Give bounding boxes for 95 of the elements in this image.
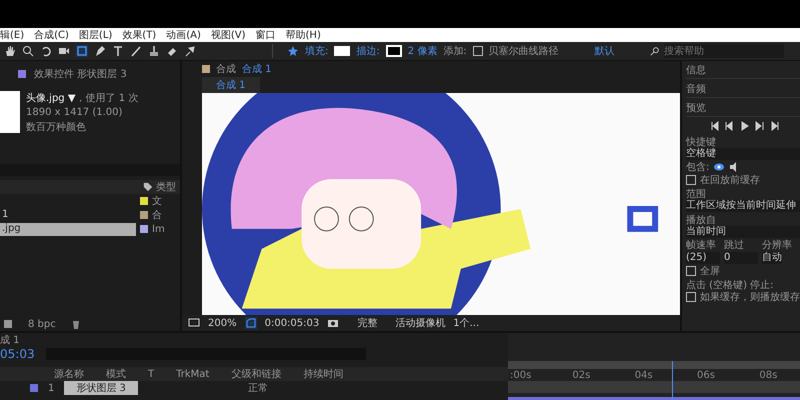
ruler-label: 08s	[759, 370, 778, 381]
views-dropdown[interactable]: 1个...	[453, 316, 480, 330]
eraser-icon[interactable]	[166, 45, 178, 57]
workspace-label[interactable]: 默认	[594, 44, 615, 58]
frame-rate-label: 帧速率	[686, 238, 717, 252]
resolution-dropdown[interactable]: 自动	[762, 252, 782, 264]
camera-dropdown[interactable]: 活动摄像机	[395, 316, 446, 330]
skip-label: 跳过	[724, 238, 745, 252]
menu-item[interactable]: 合成(C)	[34, 28, 69, 42]
stroke-label: 描边:	[356, 44, 380, 58]
stroke-swatch[interactable]	[386, 45, 402, 57]
mask-icon[interactable]	[244, 317, 257, 329]
column-header: TrkMat	[176, 368, 210, 380]
comp-panel-label: 合成	[216, 62, 236, 76]
ruler-label: :00s	[510, 370, 532, 381]
project-item[interactable]: 文	[0, 194, 180, 208]
menu-item[interactable]: 辑(E)	[0, 28, 24, 42]
stop-label: 点击 (空格键) 停止:	[686, 278, 775, 290]
resolution-dropdown[interactable]: 完整	[357, 316, 378, 330]
resolution-label: 分辨率	[762, 238, 792, 252]
panel-section-header[interactable]: 音频	[686, 80, 800, 98]
project-item[interactable]: 1 合	[0, 208, 180, 222]
search-icon	[650, 46, 660, 56]
menu-item[interactable]: 动画(A)	[166, 28, 201, 42]
comp-color-icon	[202, 65, 210, 73]
frame-rate-dropdown[interactable]: (25)	[686, 252, 720, 264]
search-icon[interactable]	[22, 45, 34, 57]
dimensions-text: 1890 x 1417 (1.00)	[26, 107, 124, 118]
camera-snapshot-icon[interactable]	[327, 317, 340, 329]
timeline-tab[interactable]: 成 1	[0, 333, 20, 347]
stroke-width[interactable]: 2 像素	[408, 44, 438, 58]
text-tool-icon[interactable]	[112, 45, 124, 57]
panel-section-header[interactable]: 信息	[686, 61, 800, 79]
column-header: T	[148, 368, 154, 380]
range-dropdown[interactable]: 工作区域按当前时间延伸	[686, 200, 800, 212]
usage-text: ，使用了 1 次	[76, 93, 138, 104]
range-label: 范围	[686, 188, 707, 199]
camera-icon[interactable]	[58, 45, 70, 57]
star-icon[interactable]	[287, 45, 299, 57]
bezier-checkbox[interactable]	[472, 46, 483, 56]
ruler-label: 02s	[572, 370, 590, 381]
bit-depth-button[interactable]: 8 bpc	[28, 318, 56, 330]
color-depth-text: 数百万种颜色	[26, 120, 87, 134]
column-header: 源名称	[54, 368, 84, 381]
fullscreen-label: 全屏	[700, 265, 720, 278]
panel-color-icon	[18, 70, 26, 78]
menu-item[interactable]: 视图(V)	[210, 28, 246, 42]
brush-icon[interactable]	[130, 45, 142, 57]
asset-name[interactable]: 头像.jpg ▼	[26, 93, 76, 104]
layer-name[interactable]: 形状图层 3	[64, 381, 138, 395]
play-from-dropdown[interactable]: 当前时间	[686, 226, 800, 238]
column-header: 模式	[106, 368, 126, 381]
include-label: 包含:	[686, 160, 710, 174]
current-time[interactable]: 0:00:05:03	[264, 318, 320, 328]
effects-panel-title[interactable]: 效果控件 形状图层 3	[34, 67, 127, 81]
panel-section-header[interactable]: 预览	[686, 99, 800, 117]
skip-dropdown[interactable]: 0	[724, 252, 758, 264]
column-header: 类型	[156, 180, 176, 194]
monitor-icon[interactable]	[188, 317, 200, 329]
stamp-icon[interactable]	[148, 45, 160, 57]
hand-icon[interactable]	[4, 45, 16, 57]
if-cached-label: 如果缓存，则播放缓存	[700, 290, 800, 304]
menu-item[interactable]: 窗口	[256, 28, 276, 42]
if-cached-checkbox[interactable]	[686, 292, 696, 302]
menu-item[interactable]: 效果(T)	[122, 28, 156, 42]
fullscreen-checkbox[interactable]	[686, 266, 696, 276]
image-thumbnail	[0, 91, 20, 133]
column-header: 持续时间	[303, 368, 344, 381]
rectangle-tool-icon[interactable]	[76, 45, 88, 57]
label-tag-icon	[143, 182, 153, 192]
fill-label: 填充:	[305, 44, 328, 58]
zoom-dropdown[interactable]: 200%	[208, 318, 237, 328]
cache-checkbox[interactable]	[686, 175, 696, 185]
column-header: 父级和链接	[231, 368, 282, 381]
mode-dropdown[interactable]: 正常	[248, 381, 268, 395]
timeline-current-time[interactable]: 05:03	[0, 347, 38, 361]
menu-item[interactable]: 图层(L)	[78, 28, 112, 42]
bezier-label: 贝塞尔曲线路径	[488, 44, 559, 58]
comp-subtab[interactable]: 合成 1	[202, 77, 260, 93]
pen-icon[interactable]	[94, 45, 106, 57]
play-from-label: 播放自	[686, 214, 717, 225]
add-label[interactable]: 添加:	[443, 44, 467, 58]
ruler-label: 04s	[634, 370, 653, 381]
rotate-icon[interactable]	[40, 45, 52, 57]
menu-item[interactable]: 帮助(H)	[286, 28, 321, 42]
comp-tab[interactable]: 合成 1	[242, 62, 272, 76]
ruler-label: 06s	[697, 370, 715, 381]
puppet-pin-icon[interactable]	[184, 45, 196, 57]
fill-swatch[interactable]	[334, 46, 350, 56]
shortcut-dropdown[interactable]: 空格键	[686, 148, 800, 160]
layer-index: 1	[48, 382, 54, 394]
shortcut-label: 快捷键	[686, 136, 717, 147]
help-search-field[interactable]: 搜索帮助	[664, 44, 784, 58]
eye-icon[interactable]	[713, 161, 726, 173]
cache-label: 在回放前缓存	[700, 174, 760, 187]
